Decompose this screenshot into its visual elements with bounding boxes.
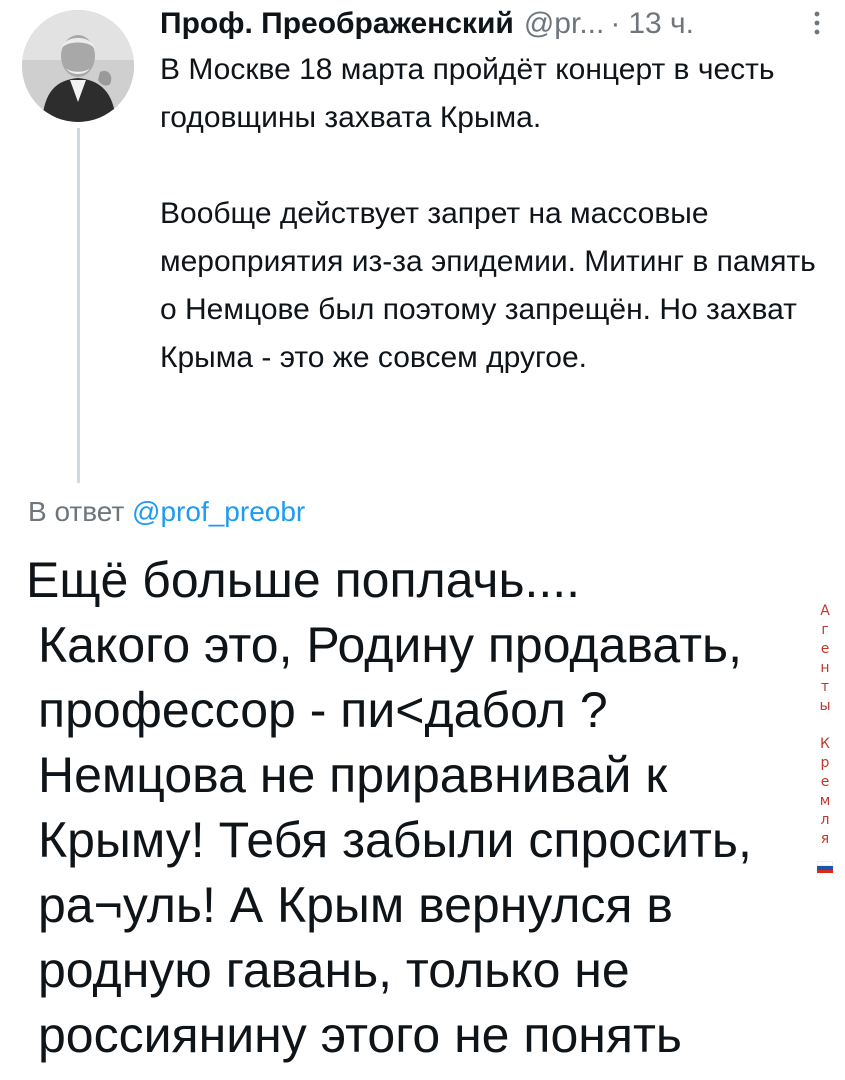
watermark-char: м bbox=[819, 793, 831, 809]
more-vertical-icon bbox=[814, 11, 820, 35]
reply-context: В ответ @prof_preobr bbox=[28, 494, 305, 530]
watermark-char: я bbox=[820, 831, 830, 847]
author-name[interactable]: Проф. Преображенский bbox=[160, 4, 514, 44]
avatar-photo-icon bbox=[22, 10, 134, 122]
reply-line: Какого это, Родину продавать, профессор … bbox=[38, 617, 752, 1063]
watermark-char: К bbox=[820, 736, 830, 752]
watermark-char: А bbox=[820, 603, 830, 619]
tweet-timestamp[interactable]: 13 ч. bbox=[628, 4, 694, 44]
author-avatar[interactable] bbox=[22, 10, 134, 122]
watermark-char: ы bbox=[819, 698, 831, 714]
watermark-char: г bbox=[821, 622, 829, 638]
watermark-char: е bbox=[820, 774, 830, 790]
watermark-char: т bbox=[820, 679, 830, 695]
russian-flag-icon bbox=[817, 861, 833, 873]
thread-connector-line bbox=[77, 128, 80, 483]
tweet-paragraph: Вообще действует запрет на массовые меро… bbox=[160, 197, 816, 374]
watermark-char: р bbox=[820, 755, 830, 771]
tweet-text: В Москве 18 марта пройдёт концерт в чест… bbox=[160, 46, 830, 382]
watermark-char: н bbox=[820, 660, 830, 676]
tweet-header: Проф. Преображенский @pr... · 13 ч. bbox=[160, 4, 820, 44]
flag-stripe-red bbox=[817, 869, 833, 873]
more-options-button[interactable] bbox=[807, 8, 827, 38]
reply-text: Ещё больше поплачь.... Какого это, Родин… bbox=[26, 548, 796, 1068]
watermark-char: л bbox=[820, 812, 830, 828]
watermark-char: е bbox=[820, 641, 830, 657]
tweet-paragraph: В Москве 18 марта пройдёт концерт в чест… bbox=[160, 53, 775, 134]
author-handle[interactable]: @pr... bbox=[524, 4, 604, 44]
reply-mention-link[interactable]: @prof_preobr bbox=[132, 496, 305, 527]
header-separator: · bbox=[610, 7, 621, 40]
watermark: А г е н т ы К р е м л я bbox=[812, 602, 838, 873]
reply-prefix: В ответ bbox=[28, 496, 125, 527]
reply-line: Ещё больше поплачь.... bbox=[26, 552, 581, 608]
